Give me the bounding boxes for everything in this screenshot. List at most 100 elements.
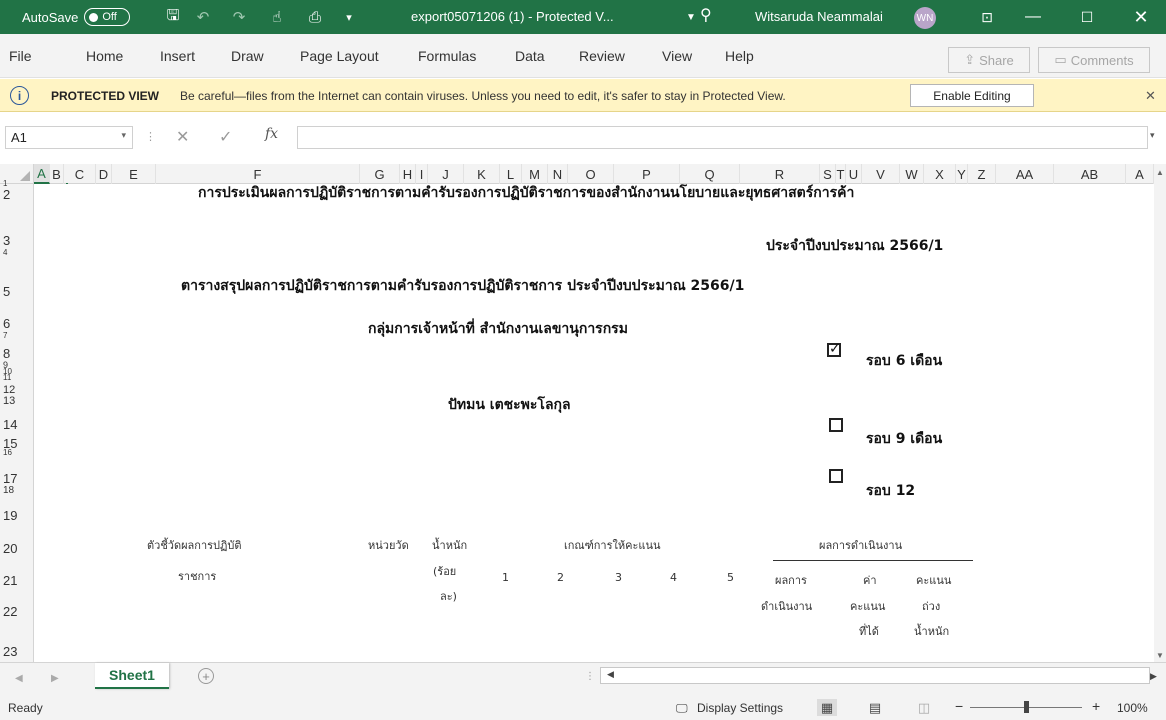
column-header[interactable]: T [836, 164, 846, 184]
expand-formula-icon[interactable]: ▾ [1150, 130, 1155, 141]
enable-editing-button[interactable]: Enable Editing [910, 84, 1034, 107]
cancel-icon[interactable]: ✕ [176, 127, 189, 147]
column-header[interactable]: M [522, 164, 548, 184]
row-header[interactable]: 6 [3, 316, 10, 331]
column-header[interactable]: A [1126, 164, 1154, 184]
print-preview-icon[interactable]: ⎙ [304, 6, 326, 28]
row-header[interactable]: 23 [3, 644, 17, 659]
column-header[interactable]: I [416, 164, 428, 184]
column-header[interactable]: C [64, 164, 96, 184]
column-header[interactable]: V [862, 164, 900, 184]
menu-help[interactable]: Help [725, 48, 754, 64]
row-header[interactable]: 21 [3, 573, 17, 588]
next-sheet-icon[interactable]: ▶ [51, 673, 59, 684]
row-header[interactable]: 22 [3, 604, 17, 619]
row-header[interactable]: 17 [3, 471, 17, 486]
touch-mode-icon[interactable]: ☝ [266, 6, 288, 28]
column-header[interactable]: Z [968, 164, 996, 184]
enter-icon[interactable]: ✓ [219, 127, 232, 147]
column-header[interactable]: W [900, 164, 924, 184]
column-header[interactable]: R [740, 164, 820, 184]
scroll-down-icon[interactable]: ▼ [1156, 651, 1164, 660]
row-header[interactable]: 13 [3, 395, 15, 407]
document-title[interactable]: export05071206 (1) - Protected V... [411, 9, 614, 24]
menu-data[interactable]: Data [515, 48, 545, 64]
column-header[interactable]: F [156, 164, 360, 184]
row-header[interactable]: 7 [3, 331, 7, 340]
row-header[interactable]: 8 [3, 346, 10, 361]
customize-qat-icon[interactable]: ▾ [338, 6, 360, 28]
column-header[interactable]: A [34, 164, 50, 184]
row-header[interactable]: 20 [3, 541, 17, 556]
menu-home[interactable]: Home [86, 48, 123, 64]
column-header[interactable]: L [500, 164, 522, 184]
row-header[interactable]: 18 [3, 485, 14, 496]
close-button[interactable]: ✕ [1118, 0, 1164, 34]
menu-page-layout[interactable]: Page Layout [300, 48, 379, 64]
formula-input[interactable] [297, 126, 1148, 149]
menu-draw[interactable]: Draw [231, 48, 264, 64]
column-header[interactable]: K [464, 164, 500, 184]
display-settings-icon[interactable]: 🖵 [676, 701, 688, 716]
column-header[interactable]: Q [680, 164, 740, 184]
column-header[interactable]: U [846, 164, 862, 184]
avatar[interactable]: WN [914, 7, 936, 29]
add-sheet-icon[interactable]: + [198, 668, 214, 684]
scroll-up-icon[interactable]: ▲ [1156, 168, 1164, 177]
row-header[interactable]: 2 [3, 187, 10, 202]
column-header[interactable]: X [924, 164, 956, 184]
column-header[interactable]: D [96, 164, 112, 184]
zoom-level[interactable]: 100% [1117, 701, 1148, 715]
column-header[interactable]: G [360, 164, 400, 184]
user-name[interactable]: Witsaruda Neammalai [755, 9, 883, 24]
menu-view[interactable]: View [662, 48, 692, 64]
column-header[interactable]: AB [1054, 164, 1126, 184]
menu-file[interactable]: File [9, 48, 32, 64]
comments-button[interactable]: ▭ Comments [1038, 47, 1150, 73]
column-header[interactable]: J [428, 164, 464, 184]
column-header[interactable]: Y [956, 164, 968, 184]
column-header[interactable]: E [112, 164, 156, 184]
name-box[interactable]: A1 ▾ [5, 126, 133, 149]
minimize-button[interactable]: — [1010, 0, 1056, 34]
horizontal-scrollbar[interactable]: ◀ [600, 667, 1150, 684]
chevron-down-icon[interactable]: ▾ [121, 130, 126, 141]
tab-sheet1[interactable]: Sheet1 [95, 663, 169, 689]
menu-review[interactable]: Review [579, 48, 625, 64]
row-header[interactable]: 11 [3, 373, 11, 382]
title-dropdown-icon[interactable]: ▼ [680, 6, 702, 28]
column-header[interactable]: O [568, 164, 614, 184]
ribbon-display-icon[interactable]: ⊡ [964, 0, 1010, 34]
save-icon[interactable]: 🖫 [162, 6, 184, 28]
column-header[interactable]: B [50, 164, 64, 184]
share-button[interactable]: ⇪ Share [948, 47, 1030, 73]
column-header[interactable]: H [400, 164, 416, 184]
column-header[interactable]: S [820, 164, 836, 184]
column-header[interactable]: AA [996, 164, 1054, 184]
insert-function-icon[interactable]: fx [265, 126, 278, 142]
column-header[interactable]: P [614, 164, 680, 184]
drag-handle-icon[interactable]: ⋮ [145, 130, 156, 143]
close-icon[interactable]: ✕ [1145, 88, 1156, 104]
undo-icon[interactable]: ↶ [192, 6, 214, 28]
row-header[interactable]: 5 [3, 284, 10, 299]
scroll-left-icon[interactable]: ◀ [607, 669, 614, 680]
redo-icon[interactable]: ↷ [228, 6, 250, 28]
row-header[interactable]: 19 [3, 508, 17, 523]
row-header[interactable]: 16 [3, 448, 12, 457]
row-header[interactable]: 4 [3, 248, 7, 257]
sheet-grid[interactable]: การประเมินผลการปฏิบัติราชการตามคำรับรองก… [34, 184, 1154, 662]
autosave-control[interactable]: AutoSave Off [22, 8, 131, 26]
display-settings-label[interactable]: Display Settings [697, 701, 783, 715]
maximize-button[interactable]: ☐ [1064, 0, 1110, 34]
search-icon[interactable]: ⚲ [700, 5, 712, 25]
row-header[interactable]: 3 [3, 233, 10, 248]
page-layout-view-icon[interactable]: ▤ [865, 699, 885, 716]
menu-insert[interactable]: Insert [160, 48, 195, 64]
normal-view-icon[interactable]: ▦ [817, 699, 837, 716]
vertical-scrollbar[interactable]: ▲ ▼ [1154, 164, 1166, 662]
prev-sheet-icon[interactable]: ◀ [15, 673, 23, 684]
row-header[interactable]: 14 [3, 417, 17, 432]
scroll-right-icon[interactable]: ▶ [1150, 671, 1157, 682]
column-header[interactable]: N [548, 164, 568, 184]
